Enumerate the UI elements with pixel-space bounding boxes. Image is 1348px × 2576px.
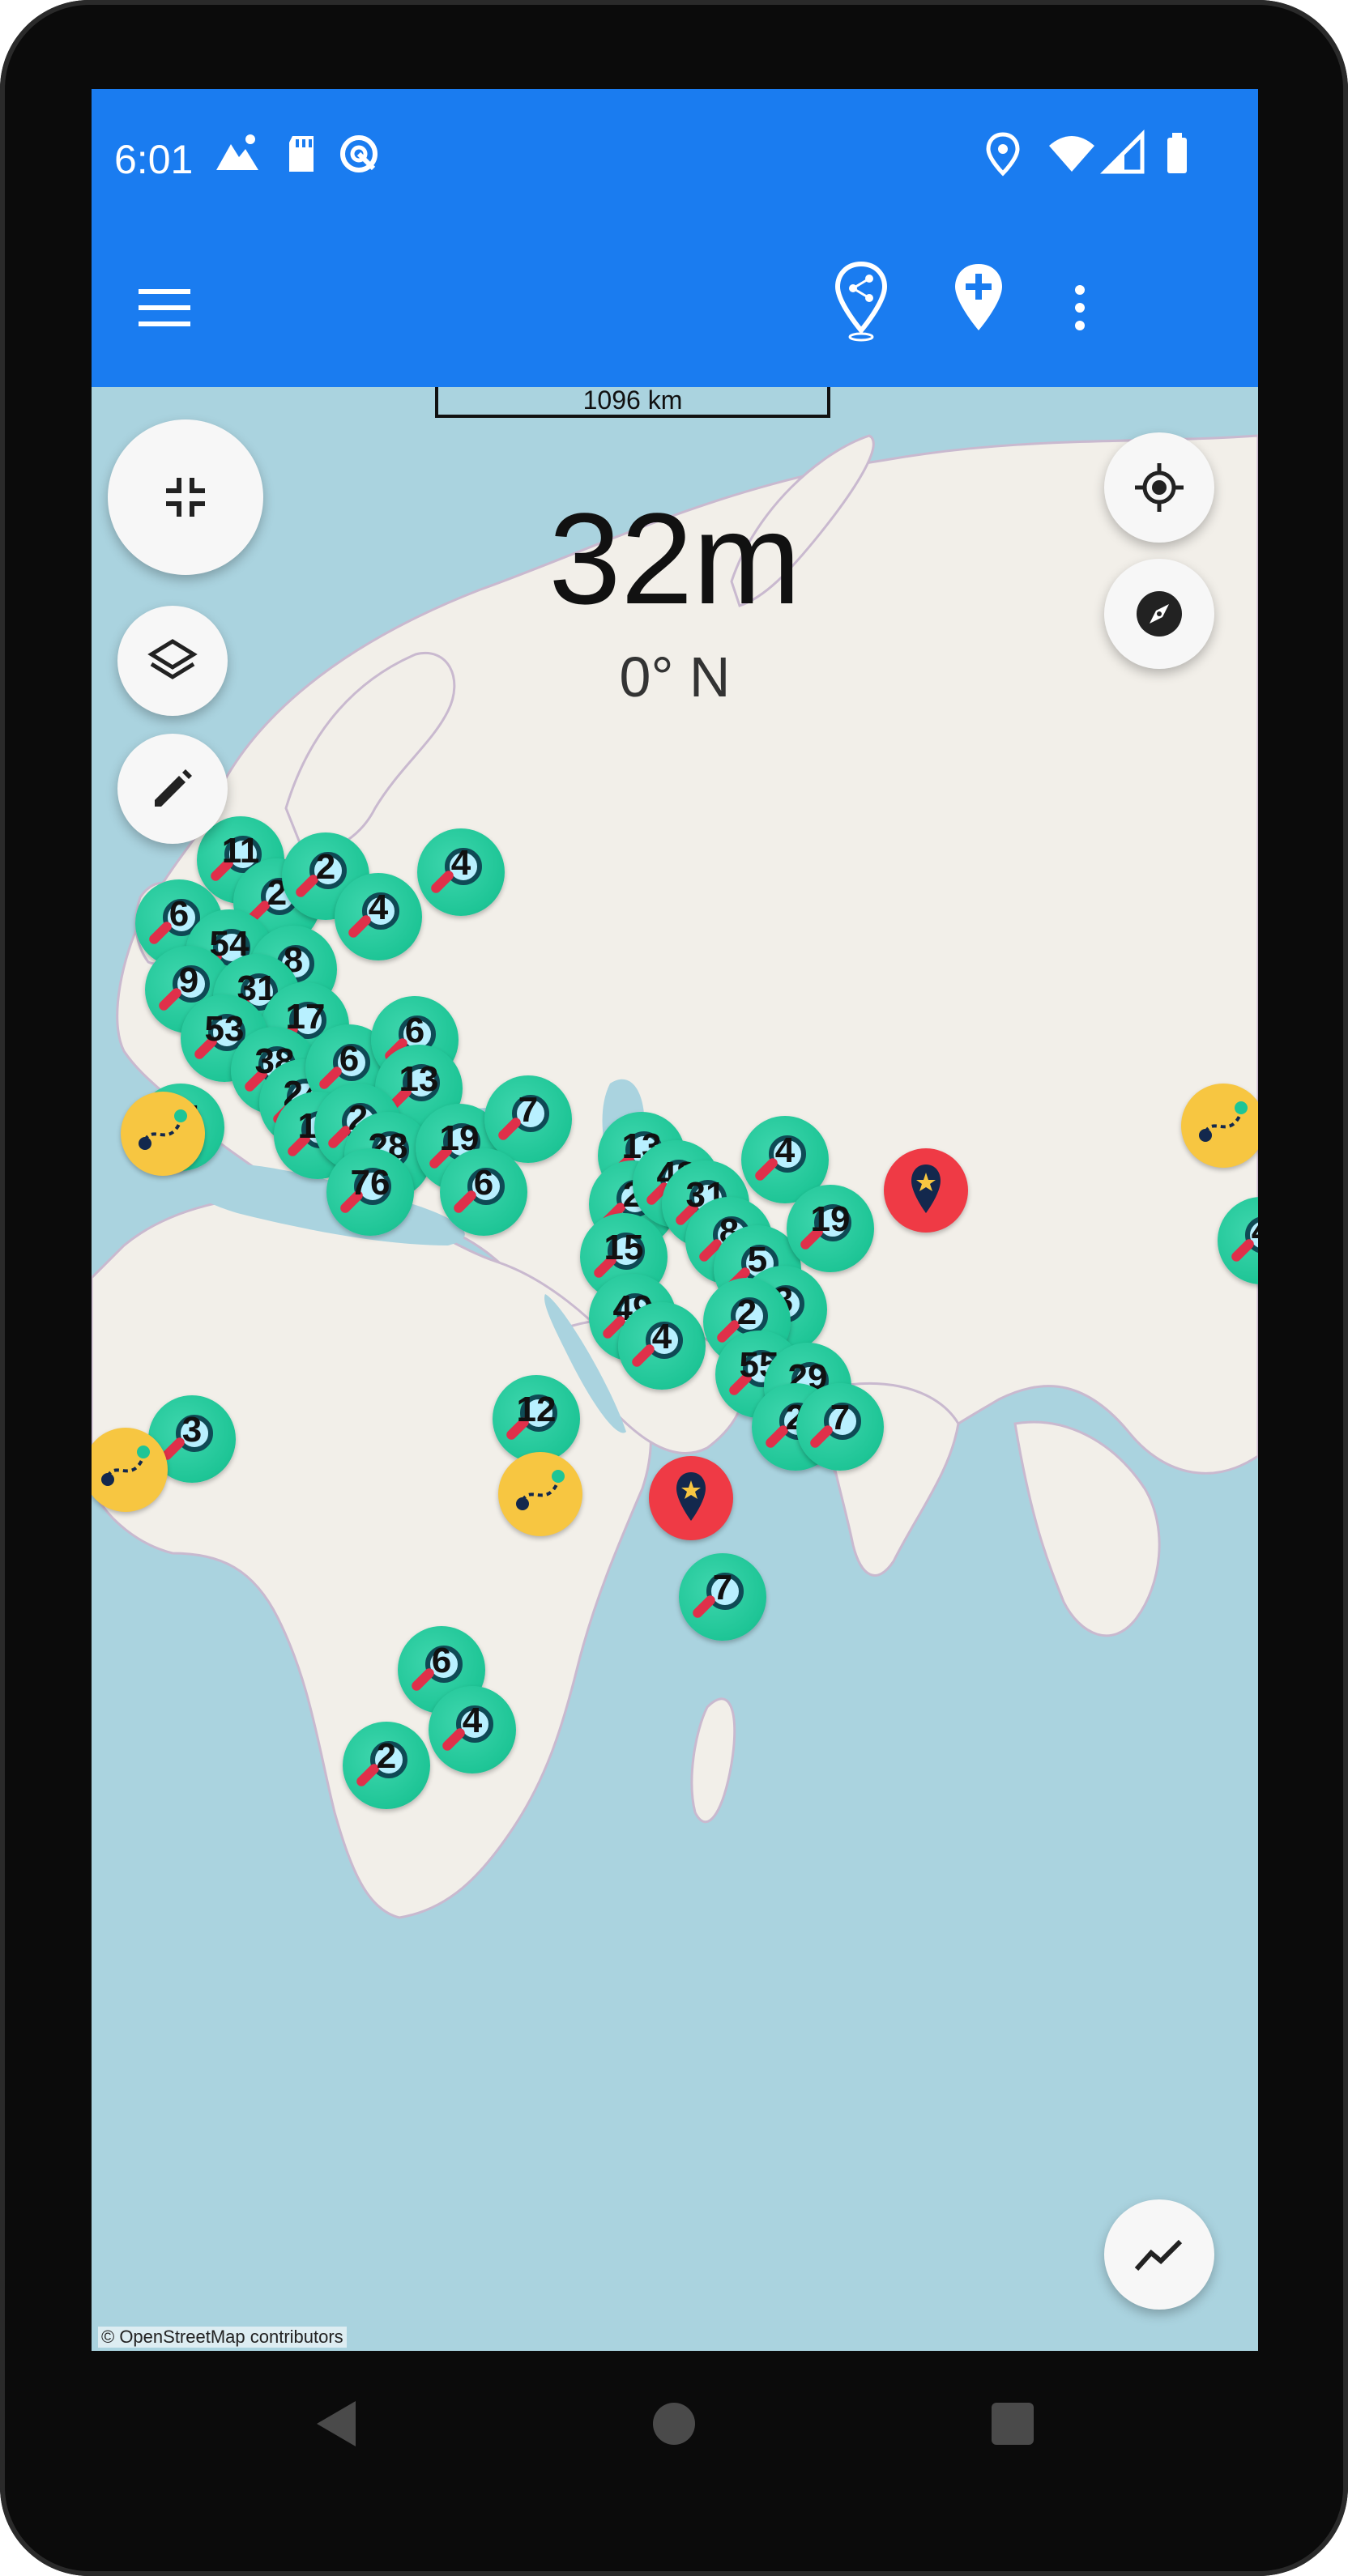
mountain-icon [213,130,262,178]
status-bar: 6:01 [92,89,1258,228]
poi-cluster[interactable]: 4 [417,828,505,916]
poi-cluster[interactable]: 4 [335,873,422,960]
poi-cluster[interactable]: 7 [679,1553,766,1641]
my-location-icon [1135,463,1184,512]
collapse-icon [166,478,205,517]
app-bar [92,228,1258,387]
wifi-icon [1047,130,1096,178]
favourite-pin[interactable] [884,1148,968,1233]
home-button[interactable] [642,2391,706,2456]
poi-cluster[interactable]: 7 [796,1383,884,1471]
elevation-chart-button[interactable] [1104,2199,1214,2310]
recents-icon [992,2403,1034,2445]
edit-button[interactable] [117,734,228,844]
scale-bar: 1096 km [435,387,830,418]
poi-cluster[interactable]: 2 [343,1722,430,1809]
compass-icon [1137,591,1182,637]
compass-button[interactable] [1104,559,1214,669]
device-frame: 6:01 1096 km 32m 0° N 11 2 2 4 4 6 54 8 … [0,0,1348,2576]
poi-cluster[interactable]: 4 [429,1686,516,1773]
menu-icon[interactable] [116,259,213,356]
layers-button[interactable] [117,606,228,716]
system-nav-bar [0,2351,1348,2497]
recents-button[interactable] [980,2391,1045,2456]
poi-cluster[interactable]: 7 [484,1075,572,1163]
route-pin[interactable] [121,1092,205,1176]
favourite-pin[interactable] [649,1456,733,1540]
signal-icon [1099,129,1149,178]
collapse-button[interactable] [108,419,263,575]
back-icon [317,2401,356,2446]
route-pin[interactable] [1181,1084,1258,1168]
poi-cluster[interactable]: 4 [618,1302,706,1390]
edit-icon [155,769,192,807]
my-location-button[interactable] [1104,432,1214,543]
status-time: 6:01 [114,137,194,182]
share-location-icon[interactable] [813,253,910,350]
sync-icon [335,130,383,178]
map-attribution: © OpenStreetMap contributors [98,2327,347,2348]
screen: 6:01 1096 km 32m 0° N 11 2 2 4 4 6 54 8 … [92,89,1258,2351]
poi-cluster[interactable]: 76 [326,1148,414,1236]
battery-icon [1153,130,1201,178]
home-icon [653,2403,695,2445]
back-button[interactable] [304,2391,369,2456]
more-vert-icon[interactable] [1031,259,1128,356]
scale-label: 1096 km [582,387,683,415]
layers-icon [147,639,198,679]
route-pin[interactable] [498,1452,582,1536]
map-view[interactable]: 1096 km 32m 0° N 11 2 2 4 4 6 54 8 9 31 … [92,387,1258,2351]
chart-icon [1134,2239,1183,2272]
heading-readout: 0° N [619,645,731,709]
route-pin[interactable] [92,1428,168,1512]
altitude-readout: 32m [548,486,801,631]
location-icon [979,130,1027,178]
poi-cluster[interactable]: 19 [787,1185,874,1272]
sd-card-icon [278,130,326,178]
poi-cluster[interactable]: 12 [493,1375,580,1463]
add-pin-icon[interactable] [930,253,1027,350]
poi-cluster[interactable]: 6 [440,1148,527,1236]
